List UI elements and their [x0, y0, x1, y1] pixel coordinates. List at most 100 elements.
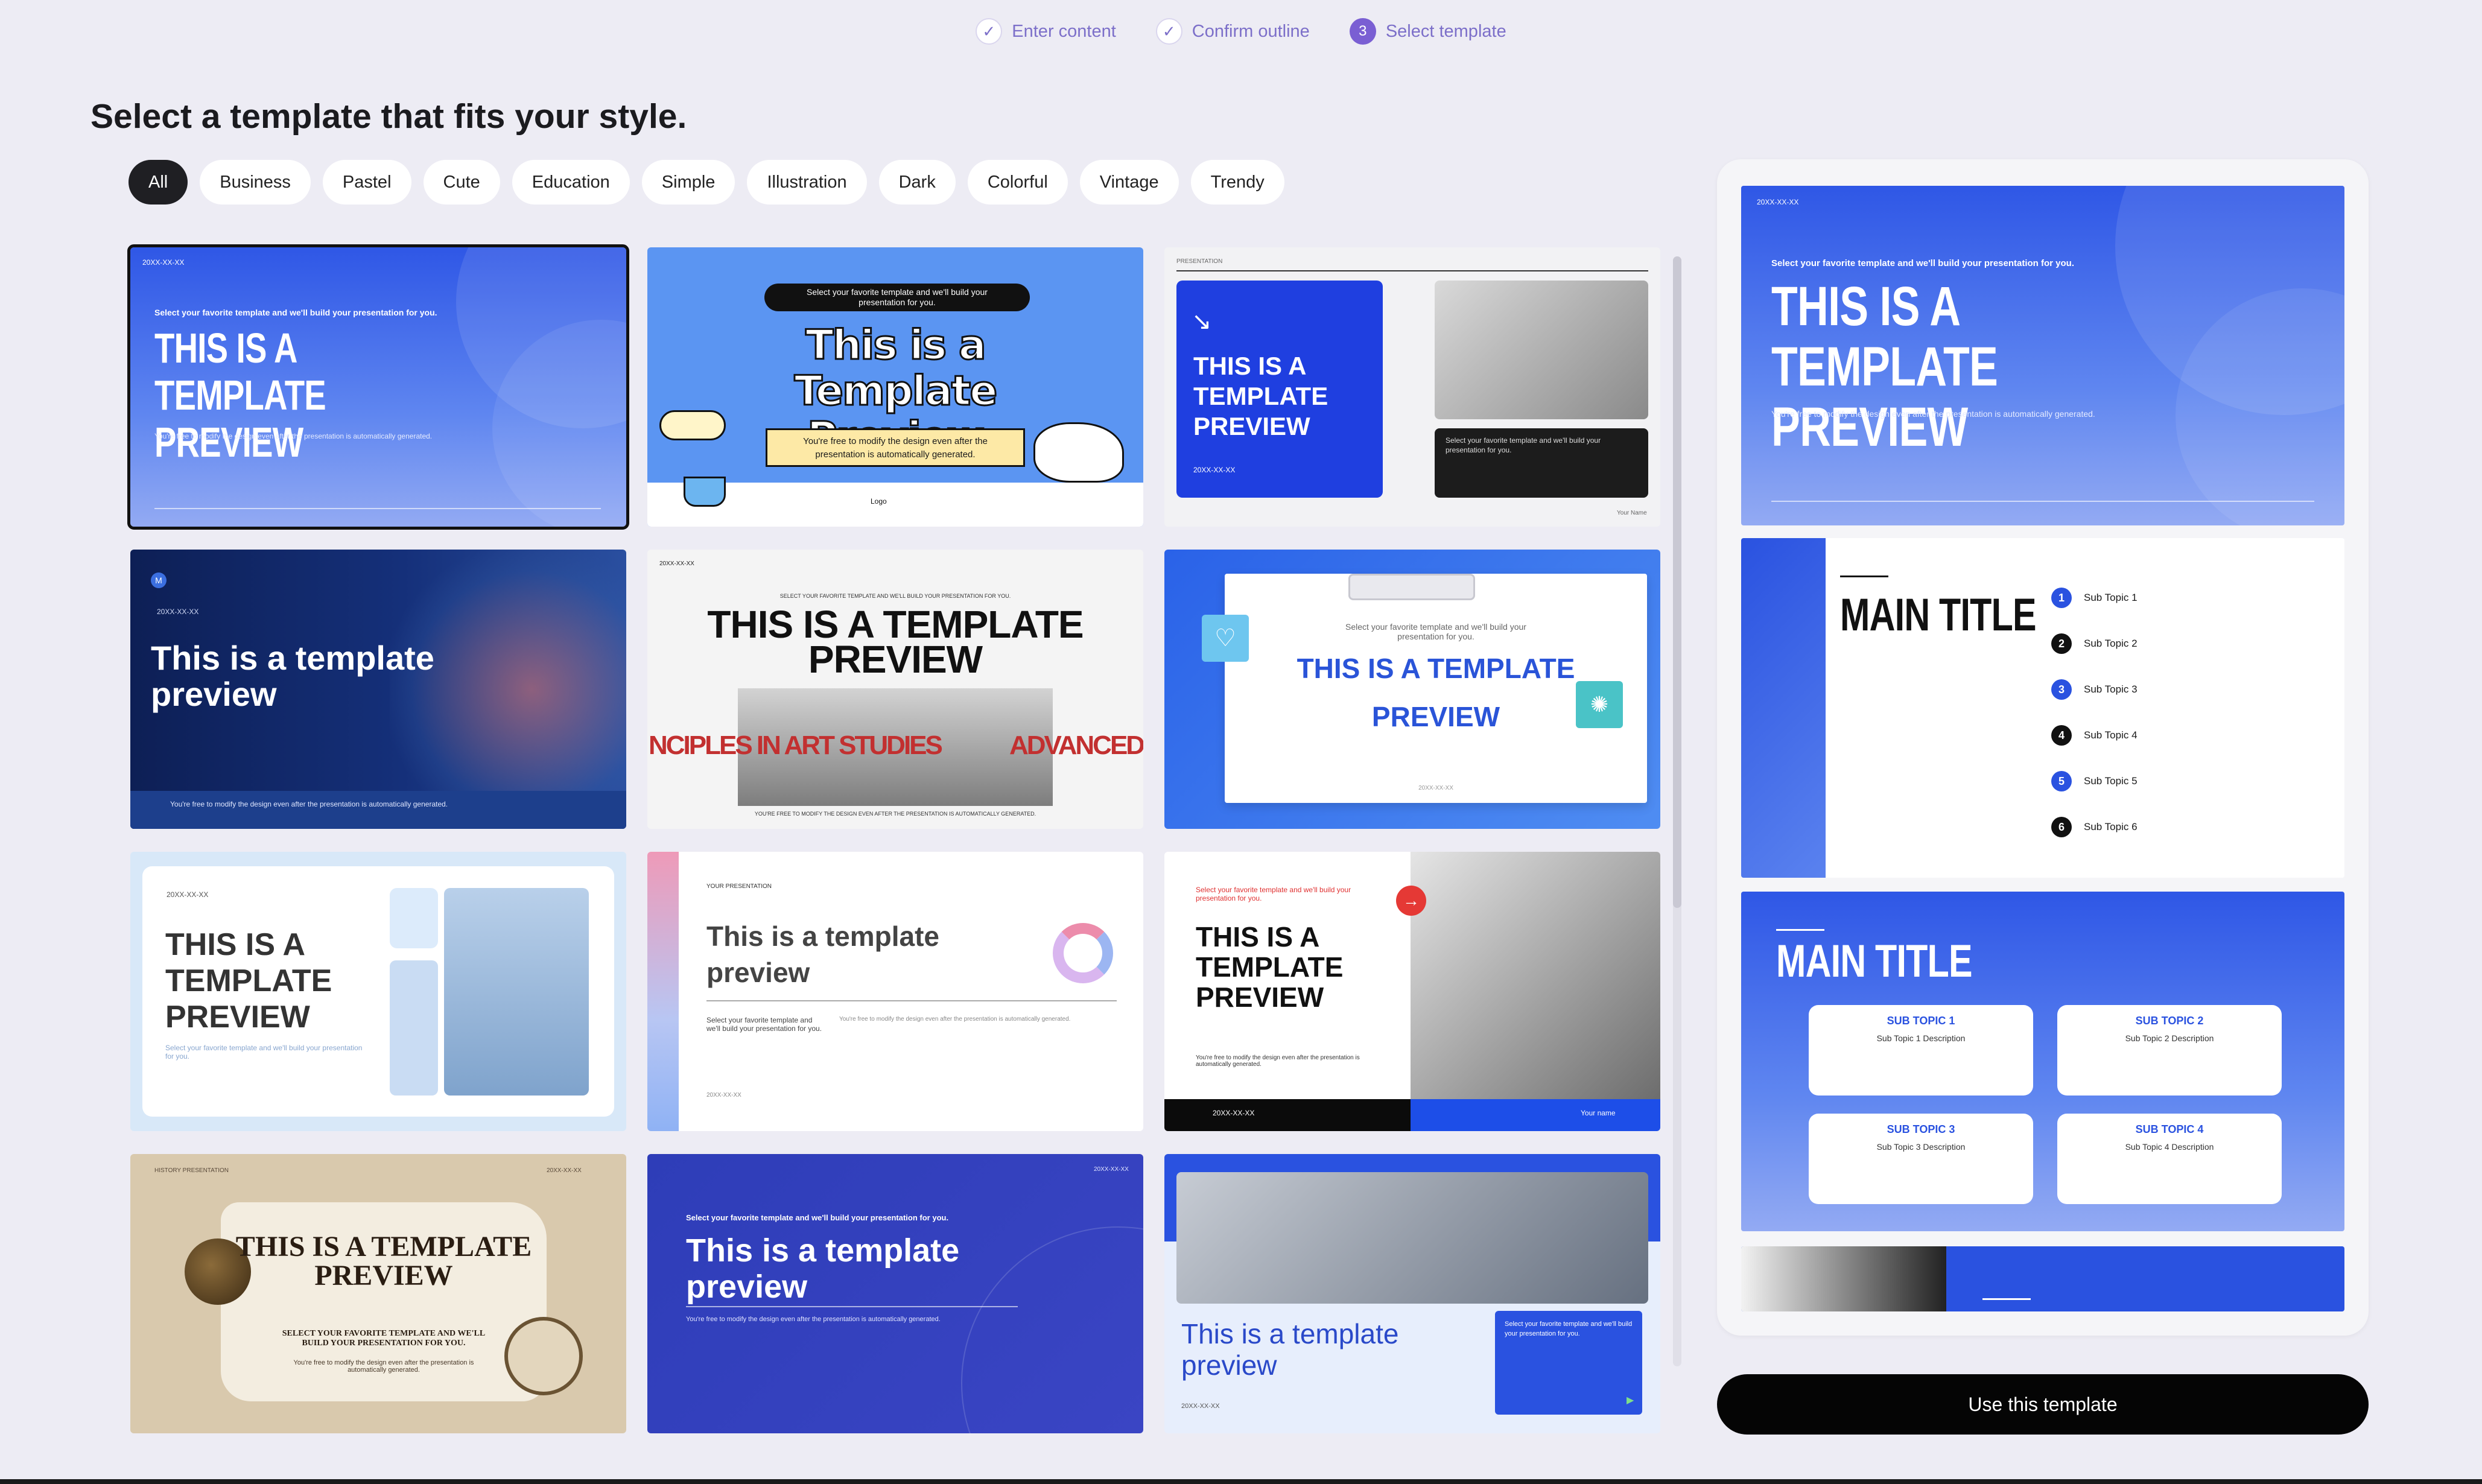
step-enter-content[interactable]: ✓ Enter content [976, 18, 1116, 45]
divider [1771, 501, 2314, 502]
template-card-finance[interactable]: PRESENTATION ↘ THIS IS A TEMPLATE PREVIE… [1164, 247, 1660, 527]
template-title: THIS IS A TEMPLATE PREVIEW [1193, 352, 1328, 440]
subtitle: SELECT YOUR FAVORITE TEMPLATE AND WE'LL … [282, 1329, 486, 1348]
filter-chip-all[interactable]: All [129, 160, 188, 205]
subtitle: Select your favorite template and we'll … [686, 1213, 949, 1222]
filter-chip-illustration[interactable]: Illustration [747, 160, 867, 205]
topic-item: 6 Sub Topic 6 [2051, 817, 2138, 837]
card-desc: Sub Topic 3 Description [1876, 1142, 1966, 1152]
topic-label: Sub Topic 3 [2084, 683, 2138, 695]
template-card-office[interactable]: This is a template preview 20XX-XX-XX Se… [1164, 1154, 1660, 1433]
check-icon: ✓ [1155, 18, 1182, 45]
step-number-badge: 3 [1349, 18, 1376, 45]
marquee-right: ADVANCED PRI [1009, 731, 1143, 760]
description: You're free to modify the design even af… [170, 800, 448, 808]
filter-chip-cute[interactable]: Cute [423, 160, 500, 205]
filter-chip-simple[interactable]: Simple [641, 160, 735, 205]
filter-chip-vintage[interactable]: Vintage [1079, 160, 1179, 205]
photo-strip [1741, 1246, 1946, 1311]
card-desc: Sub Topic 1 Description [1876, 1033, 1966, 1043]
tag-text: PRESENTATION [1176, 258, 1223, 265]
template-card-doctor[interactable]: 20XX-XX-XX THIS IS A TEMPLATE PREVIEW Se… [130, 852, 626, 1131]
subtitle: Select your favorite template and we'll … [165, 1044, 363, 1061]
template-grid: 20XX-XX-XX Select your favorite template… [127, 244, 1660, 1433]
name-text: Your name [1581, 1109, 1616, 1117]
filter-chip-trendy[interactable]: Trendy [1190, 160, 1284, 205]
bottom-band [130, 791, 626, 829]
cover-title: THIS IS A TEMPLATE PREVIEW [1771, 276, 1998, 458]
card-desc: Sub Topic 2 Description [2125, 1033, 2214, 1043]
topic-item: 1 Sub Topic 1 [2051, 588, 2138, 608]
card-desc: Sub Topic 4 Description [2125, 1142, 2214, 1152]
template-card-cartoon[interactable]: Select your favorite template and we'll … [647, 247, 1143, 527]
number-badge: 4 [2051, 725, 2072, 746]
heart-pulse-icon: ♡ [1202, 615, 1249, 662]
tag-text: HISTORY PRESENTATION [154, 1167, 229, 1174]
card-head: SUB TOPIC 1 [1887, 1015, 1955, 1027]
brain-icon: ✺ [1576, 681, 1623, 728]
template-card-clipboard[interactable]: Select your favorite template and we'll … [1164, 550, 1660, 829]
main-title: MAIN TITLE [1776, 936, 1973, 987]
template-preview-panel[interactable]: 20XX-XX-XX Select your favorite template… [1717, 159, 2369, 1336]
filter-chip-business[interactable]: Business [200, 160, 311, 205]
filter-chip-dark[interactable]: Dark [878, 160, 956, 205]
template-title: THIS IS A TEMPLATE PREVIEW [165, 927, 332, 1035]
side-band [1741, 538, 1826, 878]
step-confirm-outline[interactable]: ✓ Confirm outline [1155, 18, 1310, 45]
filter-chip-education[interactable]: Education [512, 160, 630, 205]
template-card-medical[interactable]: M 20XX-XX-XX This is a template preview … [130, 550, 626, 829]
preview-slide-cover: 20XX-XX-XX Select your favorite template… [1741, 186, 2344, 525]
template-card-accounting[interactable]: Select your favorite template and we'll … [1164, 852, 1660, 1131]
subtitle: Select your favorite template and we'll … [1771, 258, 2074, 268]
template-card-indigo[interactable]: 20XX-XX-XX Select your favorite template… [647, 1154, 1143, 1433]
topic-label: Sub Topic 2 [2084, 638, 2138, 649]
scrollbar-thumb[interactable] [1673, 256, 1681, 908]
progress-stepper: ✓ Enter content ✓ Confirm outline 3 Sele… [0, 18, 2482, 45]
card-head: SUB TOPIC 3 [1887, 1123, 1955, 1135]
filter-chip-pastel[interactable]: Pastel [322, 160, 411, 205]
top-line: SELECT YOUR FAVORITE TEMPLATE AND WE'LL … [779, 593, 1011, 599]
subtitle: Select your favorite template and we'll … [154, 308, 437, 317]
topic-label: Sub Topic 4 [2084, 729, 2138, 741]
description: You're free to modify the design even af… [1771, 409, 2095, 419]
filter-chip-colorful[interactable]: Colorful [967, 160, 1068, 205]
divider [1176, 270, 1648, 271]
template-card-pastel-ring[interactable]: YOUR PRESENTATION This is a template pre… [647, 852, 1143, 1131]
template-card-vintage[interactable]: HISTORY PRESENTATION 20XX-XX-XX THIS IS … [130, 1154, 626, 1433]
template-title: THIS IS A TEMPLATE PREVIEW [1196, 921, 1344, 1013]
left-text: Select your favorite template and we'll … [706, 1016, 822, 1033]
topic-label: Sub Topic 1 [2084, 592, 2138, 603]
title-line-1: THIS IS A TEMPLATE [1297, 653, 1575, 684]
use-template-button[interactable]: Use this template [1717, 1374, 2369, 1435]
title-rule [1840, 576, 1888, 577]
description: You're free to modify the design even af… [686, 1316, 941, 1323]
description: You're free to modify the design even af… [154, 432, 433, 440]
bottom-line: YOU'RE FREE TO MODIFY THE DESIGN EVEN AF… [754, 811, 1036, 817]
ring-graphic [1053, 923, 1113, 983]
logo-text: Logo [871, 497, 887, 506]
step-label: Enter content [1012, 21, 1116, 41]
arrow-right-icon: → [1396, 886, 1426, 916]
clip-icon [1348, 574, 1475, 600]
tag-text: YOUR PRESENTATION [706, 883, 772, 890]
date-text: 20XX-XX-XX [1181, 1403, 1220, 1410]
card-head: SUB TOPIC 4 [2135, 1123, 2204, 1135]
cloud-icon [659, 410, 726, 440]
window-bottom-edge [0, 1479, 2482, 1484]
speech-bubble: Select your favorite template and we'll … [764, 284, 1030, 311]
template-card-blue-gradient[interactable]: 20XX-XX-XX Select your favorite template… [127, 244, 629, 530]
check-icon: ✓ [976, 18, 1003, 45]
date-text: 20XX-XX-XX [1757, 198, 1799, 206]
divider [706, 1000, 1117, 1001]
topic-list: 1 Sub Topic 1 2 Sub Topic 2 3 Sub Topic 3 4… [2051, 588, 2138, 837]
grid-scrollbar[interactable] [1673, 256, 1681, 1366]
topic-item: 5 Sub Topic 5 [2051, 771, 2138, 791]
blue-box: Select your favorite template and we'll … [1495, 1311, 1642, 1415]
topic-label: Sub Topic 5 [2084, 775, 2138, 787]
sub-topic-card: SUB TOPIC 4 Sub Topic 4 Description [2057, 1114, 2282, 1204]
topic-label: Sub Topic 6 [2084, 821, 2138, 832]
accounting-photo [1411, 852, 1660, 1099]
template-card-art-studies[interactable]: 20XX-XX-XX SELECT YOUR FAVORITE TEMPLATE… [647, 550, 1143, 829]
description: You're free to modify the design even af… [839, 1016, 1071, 1023]
sub-topic-card: SUB TOPIC 2 Sub Topic 2 Description [2057, 1005, 2282, 1096]
